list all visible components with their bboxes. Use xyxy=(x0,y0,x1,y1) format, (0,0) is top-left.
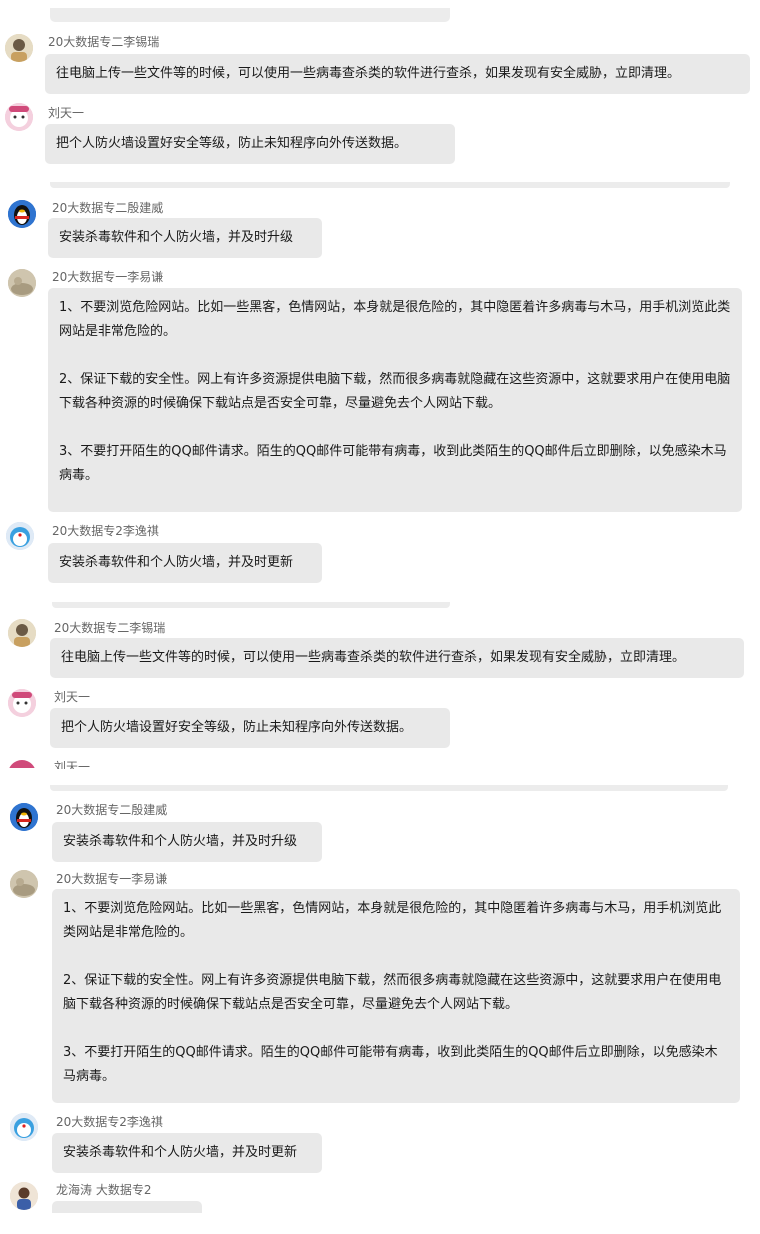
user-avatar-icon xyxy=(8,689,36,717)
sender-name: 20大数据专一李易谦 xyxy=(56,872,168,886)
message-text: 安装杀毒软件和个人防火墙，并及时更新 xyxy=(63,1145,298,1160)
message-text: 3、不要打开陌生的QQ邮件请求。陌生的QQ邮件可能带有病毒，收到此类陌生的QQ邮… xyxy=(59,444,727,483)
avatar[interactable] xyxy=(10,1113,38,1141)
avatar[interactable] xyxy=(8,689,36,717)
user-avatar-icon xyxy=(10,1182,38,1210)
qq-penguin-icon xyxy=(8,200,36,228)
message-bubble[interactable]: 往电脑上传一些文件等的时候，可以使用一些病毒查杀类的软件进行查杀，如果发现有安全… xyxy=(50,638,744,678)
message-bubble[interactable]: 1、不要浏览危险网站。比如一些黑客，色情网站，本身就是很危险的，其中隐匿着许多病… xyxy=(52,889,740,1103)
user-avatar-icon xyxy=(8,269,36,297)
avatar[interactable] xyxy=(5,103,33,131)
sender-name: 龙海涛 大数据专2 xyxy=(56,1183,152,1197)
avatar[interactable] xyxy=(5,34,33,62)
sender-name: 20大数据专2李逸祺 xyxy=(52,524,159,538)
message-text: 2、保证下载的安全性。网上有许多资源提供电脑下载，然而很多病毒就隐藏在这些资源中… xyxy=(59,372,731,411)
user-avatar-icon xyxy=(10,870,38,898)
message-text: 1、不要浏览危险网站。比如一些黑客，色情网站，本身就是很危险的，其中隐匿着许多病… xyxy=(59,300,731,339)
user-avatar-icon xyxy=(5,34,33,62)
sender-name-partial: 刘天一 xyxy=(54,760,91,769)
sender-name: 20大数据专二李锡瑞 xyxy=(54,621,166,635)
message-text: 3、不要打开陌生的QQ邮件请求。陌生的QQ邮件可能带有病毒，收到此类陌生的QQ邮… xyxy=(63,1045,718,1084)
user-avatar-icon xyxy=(5,103,33,131)
message-text: 安装杀毒软件和个人防火墙，并及时升级 xyxy=(63,834,298,849)
message-text: 安装杀毒软件和个人防火墙，并及时升级 xyxy=(59,230,294,245)
sender-name: 20大数据专二李锡瑞 xyxy=(48,35,160,49)
message-text: 2、保证下载的安全性。网上有许多资源提供电脑下载，然而很多病毒就隐藏在这些资源中… xyxy=(63,973,722,1012)
doraemon-avatar-icon xyxy=(10,1113,38,1141)
message-bubble[interactable]: 安装杀毒软件和个人防火墙，并及时更新 xyxy=(52,1133,322,1173)
avatar[interactable] xyxy=(8,619,36,647)
message-bubble[interactable]: 1、不要浏览危险网站。比如一些黑客，色情网站，本身就是很危险的，其中隐匿着许多病… xyxy=(48,288,742,512)
doraemon-avatar-icon xyxy=(6,522,34,550)
bubble-fragment xyxy=(52,602,450,608)
user-avatar-icon xyxy=(8,619,36,647)
avatar[interactable] xyxy=(10,1182,38,1210)
sender-name: 刘天一 xyxy=(48,106,85,120)
sender-name: 20大数据专二殷建威 xyxy=(56,803,168,817)
avatar[interactable] xyxy=(8,200,36,228)
avatar[interactable] xyxy=(10,870,38,898)
bubble-fragment xyxy=(50,785,728,791)
message-bubble[interactable]: 安装杀毒软件和个人防火墙，并及时更新 xyxy=(48,543,322,583)
avatar-partial xyxy=(8,760,36,768)
avatar[interactable] xyxy=(6,522,34,550)
message-text: 往电脑上传一些文件等的时候，可以使用一些病毒查杀类的软件进行查杀，如果发现有安全… xyxy=(61,650,686,665)
avatar[interactable] xyxy=(8,269,36,297)
sender-name: 刘天一 xyxy=(54,690,91,704)
message-text: 1、不要浏览危险网站。比如一些黑客，色情网站，本身就是很危险的，其中隐匿着许多病… xyxy=(63,901,722,940)
message-text: 安装杀毒软件和个人防火墙，并及时更新 xyxy=(59,555,294,570)
message-bubble[interactable]: 把个人防火墙设置好安全等级，防止未知程序向外传送数据。 xyxy=(45,124,455,164)
message-bubble[interactable]: 安装杀毒软件和个人防火墙，并及时升级 xyxy=(48,218,322,258)
message-text: 把个人防火墙设置好安全等级，防止未知程序向外传送数据。 xyxy=(61,720,413,735)
sender-name: 20大数据专2李逸祺 xyxy=(56,1115,163,1129)
message-bubble[interactable] xyxy=(52,1201,202,1213)
message-bubble[interactable]: 把个人防火墙设置好安全等级，防止未知程序向外传送数据。 xyxy=(50,708,450,748)
message-text: 把个人防火墙设置好安全等级，防止未知程序向外传送数据。 xyxy=(56,136,408,151)
sender-name: 20大数据专二殷建威 xyxy=(52,201,164,215)
message-bubble[interactable]: 往电脑上传一些文件等的时候，可以使用一些病毒查杀类的软件进行查杀，如果发现有安全… xyxy=(45,54,750,94)
message-text: 往电脑上传一些文件等的时候，可以使用一些病毒查杀类的软件进行查杀，如果发现有安全… xyxy=(56,66,681,81)
sender-name: 20大数据专一李易谦 xyxy=(52,270,164,284)
bubble-fragment xyxy=(50,182,730,188)
message-bubble[interactable]: 安装杀毒软件和个人防火墙，并及时升级 xyxy=(52,822,322,862)
bubble-fragment xyxy=(50,8,450,22)
avatar[interactable] xyxy=(10,803,38,831)
qq-penguin-icon xyxy=(10,803,38,831)
